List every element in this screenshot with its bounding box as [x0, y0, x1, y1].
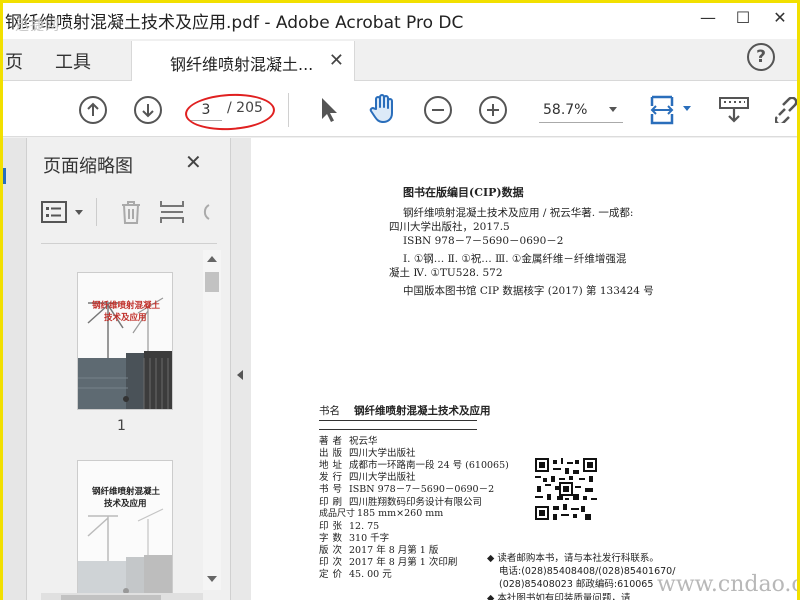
scroll-up-icon[interactable]	[207, 256, 217, 262]
zoom-level-select[interactable]: 58.7%	[539, 99, 623, 123]
minimize-button[interactable]: —	[693, 5, 723, 33]
link-icon[interactable]	[775, 97, 797, 123]
scroll-thumb[interactable]	[205, 272, 219, 292]
book-cover-image	[78, 273, 172, 409]
cip-line: 四川大学出版社，2017.5	[389, 221, 510, 233]
thumbnail-list: 钢纤维喷射混凝土 技术及应用 1 钢纤维喷射混凝土 技术及应用	[41, 248, 203, 593]
rail-indicator	[3, 168, 9, 184]
close-window-button[interactable]: ✕	[765, 5, 795, 33]
info-row: 成品尺寸 185 mm×260 mm	[319, 506, 443, 519]
previous-page-button[interactable]	[79, 96, 107, 124]
close-panel-button[interactable]: ✕	[185, 150, 202, 174]
panel-divider	[96, 198, 97, 226]
scroll-down-icon[interactable]	[207, 576, 217, 582]
collapse-panel-icon[interactable]	[237, 370, 243, 380]
toolbar-divider	[288, 93, 289, 127]
close-tab-button[interactable]: ✕	[329, 50, 344, 71]
cip-line: ISBN 978－7－5690－0690－2	[403, 235, 564, 247]
thumbnail-page-label: 1	[117, 418, 126, 434]
page-thumbnail[interactable]: 钢纤维喷射混凝土 技术及应用	[77, 272, 173, 410]
info-key: 定价	[319, 569, 347, 581]
document-tab-label: 钢纤维喷射混凝土...	[170, 55, 314, 74]
annotation-ellipse	[184, 91, 276, 133]
page-title-line2: 技术及应用	[104, 499, 147, 509]
tab-bar: 页 工具 钢纤维喷射混凝土... ✕ ?	[3, 39, 797, 82]
info-row: 定价 45. 00 元	[319, 566, 392, 580]
cip-title: 图书在版编目(CIP)数据	[403, 186, 524, 199]
minus-icon	[432, 109, 444, 111]
document-view[interactable]: 图书在版编目(CIP)数据 钢纤维喷射混凝土技术及应用 / 祝云华著. 一成都:…	[251, 138, 797, 600]
tab-tools[interactable]: 工具	[55, 48, 91, 74]
zoom-level-value: 58.7%	[543, 102, 588, 118]
select-cursor-icon[interactable]	[317, 95, 341, 125]
book-name-label: 书名	[319, 405, 340, 417]
thumbnail-panel: 页面缩略图 ✕ 钢纤维喷射混凝土 技术及应用 1 钢纤维喷射混凝土 技术及应用	[27, 138, 231, 600]
toolbar: 3 / 205 58.7%	[3, 81, 797, 137]
cip-line: 凝土 Ⅳ. ①TU528. 572	[389, 267, 503, 279]
zoom-out-button[interactable]	[424, 96, 452, 124]
panel-title: 页面缩略图	[43, 156, 133, 177]
page-thumbnail[interactable]: 钢纤维喷射混凝土 技术及应用	[77, 460, 173, 593]
arrow-up-icon	[87, 102, 99, 116]
options-list-icon[interactable]	[41, 200, 67, 224]
cip-line: 钢纤维喷射混凝土技术及应用 / 祝云华著. 一成都:	[403, 207, 634, 219]
divider-line	[319, 429, 477, 430]
tab-home[interactable]: 页	[5, 48, 23, 74]
cip-line: Ⅰ. ①钢… Ⅱ. ①祝… Ⅲ. ①金属纤维－纤维增强混	[403, 253, 627, 265]
next-page-button[interactable]	[134, 96, 162, 124]
page-title-line1: 钢纤维喷射混凝土	[92, 487, 161, 497]
phone-note: 电话:(028)85408408/(028)85401670/	[499, 566, 676, 577]
navigation-rail	[3, 138, 27, 600]
keyboard-download-icon[interactable]	[718, 95, 750, 125]
book-page-image	[78, 461, 172, 593]
thumbnail-scrollbar[interactable]	[203, 250, 221, 590]
info-key: 成品尺寸	[319, 508, 356, 519]
title-bar: 钢纤维喷射混凝土技术及应用.pdf - Adobe Acrobat Pro DC…	[3, 3, 797, 39]
watermark-text: 迅捷网	[15, 18, 60, 34]
postcode-note: (028)85408023 邮政编码:610065	[499, 579, 654, 590]
panel-separator	[41, 243, 217, 244]
cip-line: 中国版本图书馆 CIP 数据核字 (2017) 第 133424 号	[403, 285, 654, 297]
panel-splitter[interactable]	[231, 138, 251, 600]
plus-icon	[487, 104, 499, 116]
cover-title-line2: 技术及应用	[104, 313, 147, 323]
chevron-down-icon	[609, 107, 617, 112]
zoom-in-button[interactable]	[479, 96, 507, 124]
rotate-icon[interactable]	[197, 201, 211, 223]
cover-title-line1: 钢纤维喷射混凝土	[92, 301, 161, 311]
page-fit-icon[interactable]	[647, 93, 677, 127]
page-fit-dropdown-icon[interactable]	[683, 106, 691, 111]
maximize-button[interactable]: ☐	[728, 5, 758, 33]
info-value: 45. 00 元	[349, 569, 392, 581]
tab-document[interactable]: 钢纤维喷射混凝土... ✕	[131, 41, 355, 82]
help-button[interactable]: ?	[747, 43, 775, 71]
hand-tool-icon[interactable]	[367, 93, 397, 125]
insert-page-icon[interactable]	[159, 199, 185, 225]
divider-line	[319, 420, 477, 421]
quality-note: ◆ 本社图书如有印装质量问题，请	[487, 593, 631, 600]
window-title: 钢纤维喷射混凝土技术及应用.pdf - Adobe Acrobat Pro DC	[5, 13, 464, 33]
qr-code-image	[535, 458, 597, 520]
arrow-down-icon	[142, 104, 154, 118]
horizontal-scroll-thumb[interactable]	[61, 595, 161, 600]
site-watermark: www.cndao.com	[657, 572, 797, 597]
horizontal-scrollbar[interactable]	[41, 593, 203, 600]
trash-icon[interactable]	[119, 199, 143, 225]
options-dropdown-icon[interactable]	[75, 210, 83, 215]
purchase-note: ◆ 读者邮购本书，请与本社发行科联系。	[487, 553, 659, 564]
book-name-value: 钢纤维喷射混凝土技术及应用	[354, 405, 491, 417]
